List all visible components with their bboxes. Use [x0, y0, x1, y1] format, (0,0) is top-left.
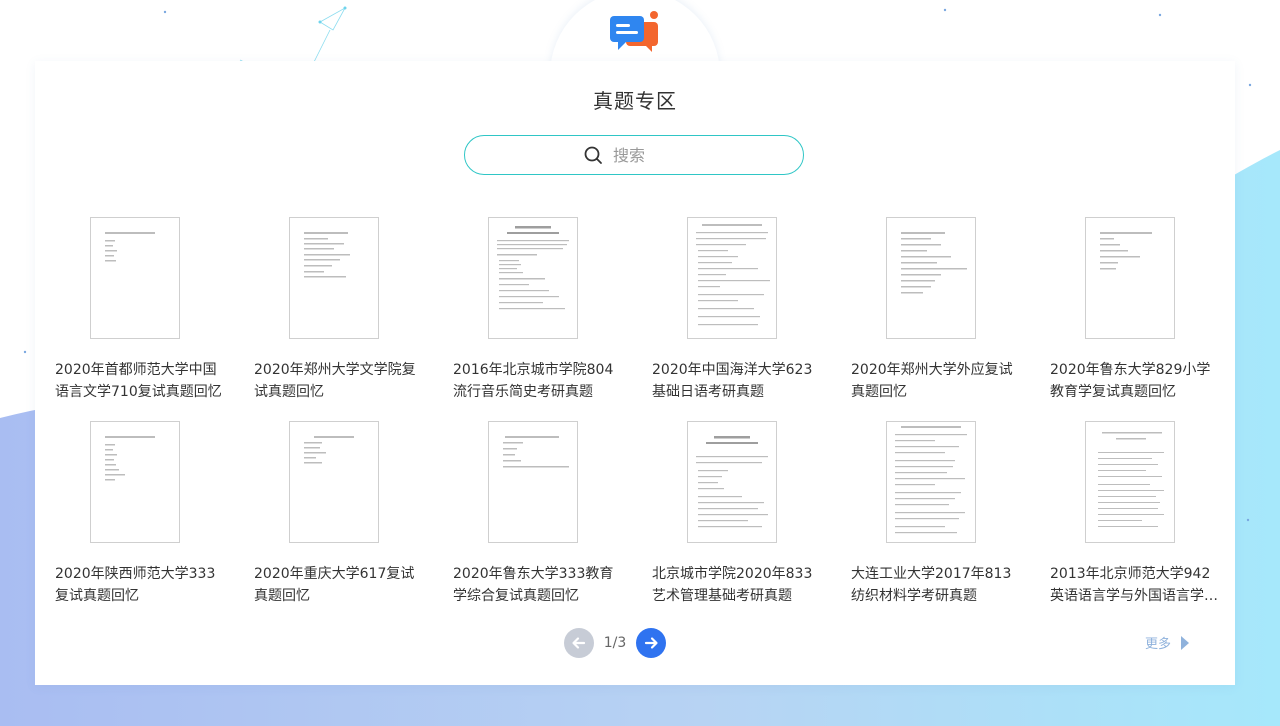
exam-title: 2020年郑州大学文学院复试真题回忆	[254, 362, 416, 400]
exam-title: 2020年重庆大学617复试真题回忆	[254, 566, 415, 604]
exam-card[interactable]: 大连工业大学2017年813纺织材料学考研真题	[851, 421, 1021, 621]
exam-card[interactable]: 北京城市学院2020年833艺术管理基础考研真题	[652, 421, 822, 621]
exam-panel: 真题专区 2020年首都师范大学中国语言文学710复试真题回忆 2020年郑州大…	[35, 61, 1235, 685]
exam-title: 2013年北京师范大学942英语语言学与外国语言学及应用语言学考研真题	[1050, 566, 1218, 604]
document-thumbnail	[687, 217, 777, 339]
exam-title: 2020年郑州大学外应复试真题回忆	[851, 362, 1013, 400]
more-link[interactable]: 更多	[1145, 633, 1191, 652]
chat-bubble-icon	[610, 11, 658, 52]
exam-title: 2020年首都师范大学中国语言文学710复试真题回忆	[55, 362, 222, 400]
next-page-button[interactable]	[636, 628, 666, 658]
exam-grid: 2020年首都师范大学中国语言文学710复试真题回忆 2020年郑州大学文学院复…	[35, 61, 1235, 621]
exam-title: 2020年陕西师范大学333复试真题回忆	[55, 566, 216, 604]
exam-title: 2020年中国海洋大学623基础日语考研真题	[652, 362, 813, 400]
exam-card[interactable]: 2013年北京师范大学942英语语言学与外国语言学及应用语言学考研真题	[1050, 421, 1220, 621]
document-thumbnail	[488, 421, 578, 543]
exam-card[interactable]: 2020年陕西师范大学333复试真题回忆	[55, 421, 225, 621]
exam-card[interactable]: 2020年中国海洋大学623基础日语考研真题	[652, 217, 822, 417]
exam-card[interactable]: 2020年重庆大学617复试真题回忆	[254, 421, 424, 621]
document-thumbnail	[90, 217, 180, 339]
document-thumbnail	[886, 421, 976, 543]
arrow-left-icon	[572, 637, 586, 649]
exam-title: 2020年鲁东大学333教育学综合复试真题回忆	[453, 566, 614, 604]
document-thumbnail	[1085, 421, 1175, 543]
arrow-right-icon	[644, 637, 658, 649]
exam-title: 北京城市学院2020年833艺术管理基础考研真题	[652, 566, 813, 604]
triangle-right-icon	[1181, 635, 1190, 650]
document-thumbnail	[488, 217, 578, 339]
exam-card[interactable]: 2020年首都师范大学中国语言文学710复试真题回忆	[55, 217, 225, 417]
page-indicator: 1/3	[603, 635, 627, 651]
exam-card[interactable]: 2020年郑州大学外应复试真题回忆	[851, 217, 1021, 417]
pagination: 1/3	[564, 627, 666, 659]
exam-title: 2020年鲁东大学829小学教育学复试真题回忆	[1050, 362, 1211, 400]
exam-card[interactable]: 2016年北京城市学院804流行音乐简史考研真题	[453, 217, 623, 417]
exam-title: 大连工业大学2017年813纺织材料学考研真题	[851, 566, 1012, 604]
more-label: 更多	[1145, 637, 1172, 652]
exam-card[interactable]: 2020年郑州大学文学院复试真题回忆	[254, 217, 424, 417]
exam-card[interactable]: 2020年鲁东大学829小学教育学复试真题回忆	[1050, 217, 1220, 417]
exam-card[interactable]: 2020年鲁东大学333教育学综合复试真题回忆	[453, 421, 623, 621]
document-thumbnail	[1085, 217, 1175, 339]
document-thumbnail	[289, 421, 379, 543]
prev-page-button[interactable]	[564, 628, 594, 658]
exam-title: 2016年北京城市学院804流行音乐简史考研真题	[453, 362, 614, 400]
document-thumbnail	[886, 217, 976, 339]
document-thumbnail	[289, 217, 379, 339]
document-thumbnail	[90, 421, 180, 543]
document-thumbnail	[687, 421, 777, 543]
